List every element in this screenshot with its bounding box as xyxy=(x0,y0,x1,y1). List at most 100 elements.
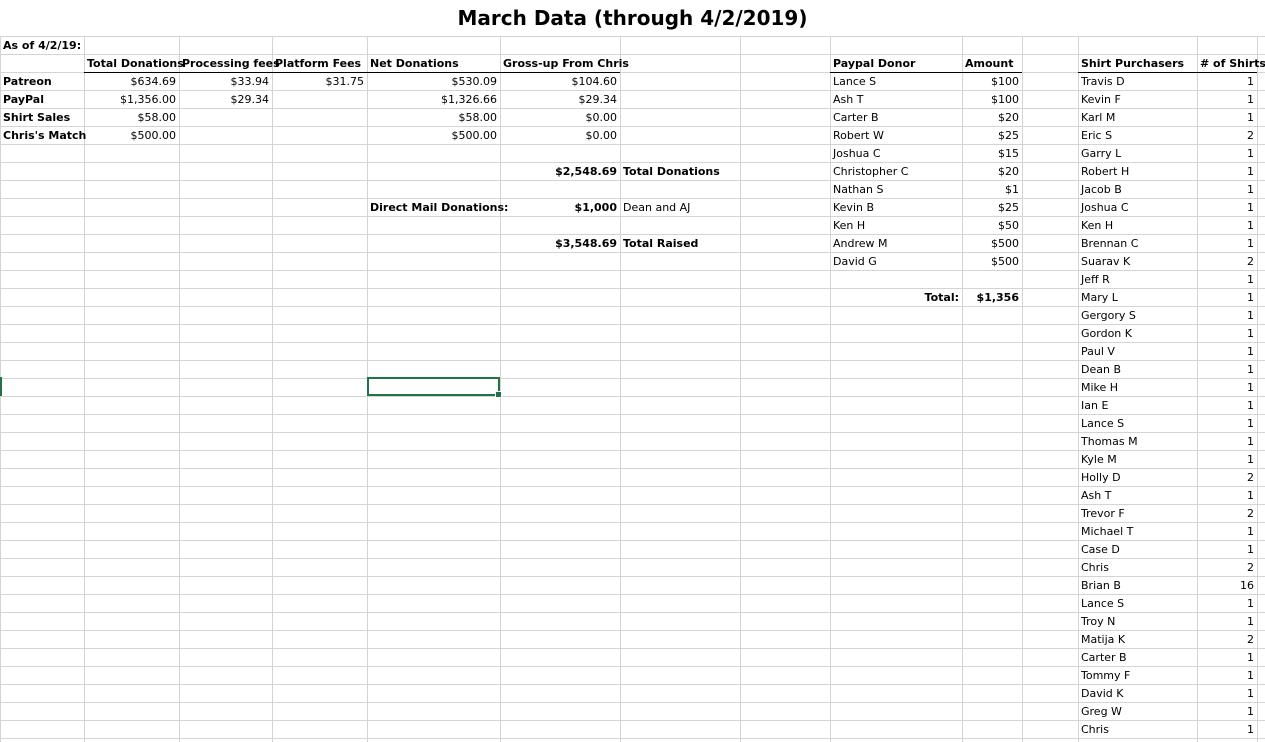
shirt-count[interactable]: 1 xyxy=(1197,613,1257,631)
shirt-count[interactable]: 2 xyxy=(1197,127,1257,145)
shirt-purchaser-name[interactable]: Mike H xyxy=(1078,379,1197,397)
processing-fee-value[interactable]: $33.94 xyxy=(179,73,272,91)
gross-up-value[interactable]: $0.00 xyxy=(500,109,620,127)
platform-fees-header[interactable]: Platform Fees xyxy=(272,55,367,73)
processing-fee-value[interactable] xyxy=(179,127,272,145)
fill-handle[interactable] xyxy=(495,391,502,398)
shirt-count[interactable]: 1 xyxy=(1197,91,1257,109)
paypal-donor-amount[interactable]: $20 xyxy=(962,109,1022,127)
shirt-purchaser-name[interactable]: David K xyxy=(1078,685,1197,703)
shirt-purchaser-name[interactable]: Travis D xyxy=(1078,73,1197,91)
as-of-label[interactable]: As of 4/2/19: xyxy=(0,37,84,55)
platform-fee-value[interactable] xyxy=(272,109,367,127)
shirt-count[interactable]: 1 xyxy=(1197,451,1257,469)
shirt-purchaser-name[interactable]: Dean B xyxy=(1078,361,1197,379)
shirt-count[interactable]: 1 xyxy=(1197,145,1257,163)
shirt-count[interactable]: 2 xyxy=(1197,469,1257,487)
paypal-donor-name[interactable]: Andrew M xyxy=(830,235,962,253)
shirt-purchaser-name[interactable]: Gergory S xyxy=(1078,307,1197,325)
source-label[interactable]: PayPal xyxy=(0,91,84,109)
shirt-purchaser-name[interactable]: Karl M xyxy=(1078,109,1197,127)
total-donations-value[interactable]: $1,356.00 xyxy=(84,91,179,109)
shirt-purchaser-name[interactable]: Carter B xyxy=(1078,649,1197,667)
shirt-count[interactable]: 1 xyxy=(1197,595,1257,613)
shirt-purchaser-name[interactable]: Troy N xyxy=(1078,613,1197,631)
shirt-count[interactable]: 1 xyxy=(1197,415,1257,433)
shirt-purchaser-name[interactable]: Brian B xyxy=(1078,577,1197,595)
shirt-purchaser-name[interactable]: Eric S xyxy=(1078,127,1197,145)
shirt-purchaser-name[interactable]: Matija K xyxy=(1078,631,1197,649)
paypal-donor-amount[interactable]: $500 xyxy=(962,253,1022,271)
paypal-donor-name[interactable]: Carter B xyxy=(830,109,962,127)
total-donations-value[interactable]: $500.00 xyxy=(84,127,179,145)
shirt-count[interactable]: 1 xyxy=(1197,307,1257,325)
shirt-purchaser-name[interactable]: Joshua C xyxy=(1078,199,1197,217)
direct-mail-value[interactable]: $1,000 xyxy=(500,199,620,217)
shirt-purchaser-name[interactable]: Jeff R xyxy=(1078,271,1197,289)
shirt-purchaser-name[interactable]: Holly D xyxy=(1078,469,1197,487)
paypal-donor-name[interactable]: Ken H xyxy=(830,217,962,235)
shirt-count[interactable]: 1 xyxy=(1197,199,1257,217)
net-donations-value[interactable]: $530.09 xyxy=(367,73,500,91)
total-donations-value[interactable]: $634.69 xyxy=(84,73,179,91)
shirt-purchaser-name[interactable]: Thomas M xyxy=(1078,433,1197,451)
paypal-donor-amount[interactable]: $20 xyxy=(962,163,1022,181)
shirt-count[interactable]: 2 xyxy=(1197,253,1257,271)
shirt-count[interactable]: 1 xyxy=(1197,343,1257,361)
paypal-total-value[interactable]: $1,356 xyxy=(962,289,1022,307)
paypal-donor-amount[interactable]: $50 xyxy=(962,217,1022,235)
paypal-donor-amount[interactable]: $100 xyxy=(962,73,1022,91)
paypal-donor-amount[interactable]: $100 xyxy=(962,91,1022,109)
shirt-count[interactable]: 1 xyxy=(1197,271,1257,289)
paypal-donor-name[interactable]: Joshua C xyxy=(830,145,962,163)
paypal-donor-amount[interactable]: $500 xyxy=(962,235,1022,253)
selected-cell[interactable] xyxy=(367,377,502,398)
shirt-purchaser-name[interactable]: Case D xyxy=(1078,541,1197,559)
paypal-donor-amount[interactable]: $1 xyxy=(962,181,1022,199)
shirt-purchaser-name[interactable]: Kevin F xyxy=(1078,91,1197,109)
paypal-donor-name[interactable]: Lance S xyxy=(830,73,962,91)
shirt-purchaser-name[interactable]: Mary L xyxy=(1078,289,1197,307)
shirt-count[interactable]: 1 xyxy=(1197,523,1257,541)
shirt-purchaser-name[interactable]: Ash T xyxy=(1078,487,1197,505)
net-donations-value[interactable]: $1,326.66 xyxy=(367,91,500,109)
shirt-count[interactable]: 1 xyxy=(1197,703,1257,721)
processing-fee-value[interactable] xyxy=(179,109,272,127)
total-donations-value[interactable]: $58.00 xyxy=(84,109,179,127)
platform-fee-value[interactable]: $31.75 xyxy=(272,73,367,91)
net-donations-header[interactable]: Net Donations xyxy=(367,55,500,73)
shirt-purchaser-name[interactable]: Michael T xyxy=(1078,523,1197,541)
shirt-count[interactable]: 1 xyxy=(1197,109,1257,127)
net-donations-value[interactable]: $500.00 xyxy=(367,127,500,145)
shirt-count[interactable]: 1 xyxy=(1197,217,1257,235)
shirt-count[interactable]: 1 xyxy=(1197,325,1257,343)
gross-up-header[interactable]: Gross-up From Chris xyxy=(500,55,629,73)
shirt-purchaser-name[interactable]: Tommy F xyxy=(1078,667,1197,685)
shirt-purchaser-name[interactable]: Trevor F xyxy=(1078,505,1197,523)
shirt-count[interactable]: 1 xyxy=(1197,235,1257,253)
shirt-purchaser-name[interactable]: Robert H xyxy=(1078,163,1197,181)
net-donations-value[interactable]: $58.00 xyxy=(367,109,500,127)
paypal-donor-name[interactable]: David G xyxy=(830,253,962,271)
total-donations-label[interactable]: Total Donations xyxy=(620,163,740,181)
shirt-count[interactable]: 1 xyxy=(1197,667,1257,685)
shirt-count[interactable]: 1 xyxy=(1197,163,1257,181)
shirt-purchasers-header[interactable]: Shirt Purchasers xyxy=(1078,55,1197,73)
shirt-count[interactable]: 2 xyxy=(1197,631,1257,649)
shirt-purchaser-name[interactable]: Brennan C xyxy=(1078,235,1197,253)
shirt-count[interactable]: 1 xyxy=(1197,397,1257,415)
shirt-purchaser-name[interactable]: Gordon K xyxy=(1078,325,1197,343)
shirt-count[interactable]: 1 xyxy=(1197,685,1257,703)
shirt-purchaser-name[interactable]: Greg W xyxy=(1078,703,1197,721)
gross-up-value[interactable]: $0.00 xyxy=(500,127,620,145)
paypal-donor-name[interactable]: Ash T xyxy=(830,91,962,109)
source-label[interactable]: Patreon xyxy=(0,73,84,91)
shirt-count-header[interactable]: # of Shirts xyxy=(1197,55,1265,73)
paypal-donor-amount[interactable]: $25 xyxy=(962,199,1022,217)
shirt-purchaser-name[interactable]: Lance S xyxy=(1078,415,1197,433)
shirt-purchaser-name[interactable]: Ken H xyxy=(1078,217,1197,235)
shirt-count[interactable]: 2 xyxy=(1197,559,1257,577)
shirt-purchaser-name[interactable]: Chris xyxy=(1078,721,1197,739)
paypal-donor-name[interactable]: Nathan S xyxy=(830,181,962,199)
shirt-purchaser-name[interactable]: Suarav K xyxy=(1078,253,1197,271)
